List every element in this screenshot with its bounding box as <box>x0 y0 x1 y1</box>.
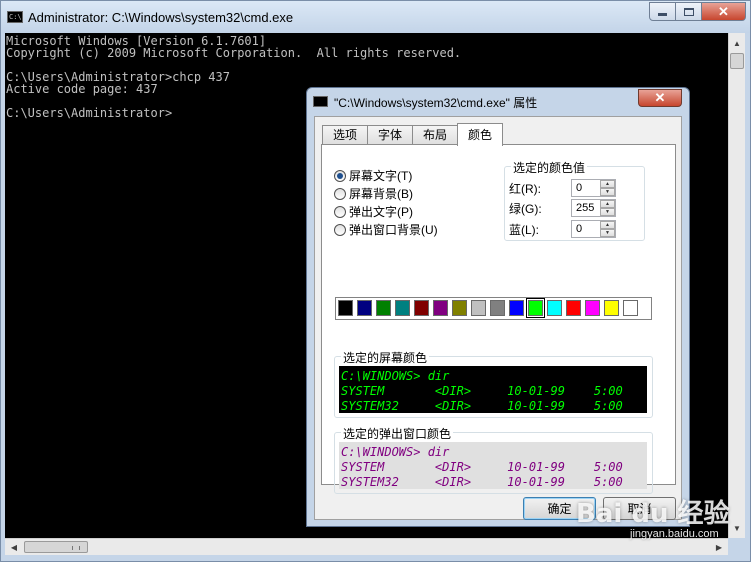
scroll-up-icon[interactable]: ▲ <box>729 35 745 51</box>
red-value: 0 <box>576 182 583 194</box>
color-swatch[interactable] <box>414 300 429 316</box>
color-swatch[interactable] <box>585 300 600 316</box>
blue-value: 0 <box>576 223 583 235</box>
preview-line: SYSTEM32 <DIR> 10-01-99 5:00 <box>341 475 623 489</box>
selected-color-values-group: 选定的颜色值 红(R): 0 ▲ ▼ 绿(G): 255 ▲ ▼ 蓝(L): 0… <box>504 159 645 241</box>
preview-line: SYSTEM <DIR> 10-01-99 5:00 <box>341 460 623 474</box>
color-swatch[interactable] <box>376 300 391 316</box>
color-swatch[interactable] <box>623 300 638 316</box>
preview-line: C:\WINDOWS> dir <box>341 369 450 383</box>
console-line: Active code page: 437 <box>6 82 158 96</box>
close-button[interactable]: ✕ <box>702 2 746 21</box>
popup-color-preview-group: 选定的弹出窗口颜色 C:\WINDOWS> dir SYSTEM <DIR> 10… <box>334 425 653 494</box>
scroll-grip-icon <box>72 546 80 550</box>
radio-button[interactable] <box>334 205 346 218</box>
color-swatch[interactable] <box>452 300 467 316</box>
spin-up-icon[interactable]: ▲ <box>600 200 615 208</box>
horizontal-scrollbar[interactable]: ◀ ▶ <box>5 538 728 555</box>
tab-3[interactable]: 颜色 <box>457 123 504 146</box>
screen-preview-title: 选定的屏幕颜色 <box>341 349 430 366</box>
color-target-option[interactable]: 屏幕文字(T) <box>334 167 412 184</box>
radio-button[interactable] <box>334 223 346 236</box>
color-swatch[interactable] <box>509 300 524 316</box>
properties-dialog: "C:\Windows\system32\cmd.exe" 属性 ✕ 选项 字体布… <box>306 87 690 527</box>
popup-preview-title: 选定的弹出窗口颜色 <box>341 425 454 442</box>
maximize-icon <box>683 7 694 16</box>
dialog-app-icon <box>313 96 328 107</box>
close-icon: ✕ <box>718 3 729 19</box>
radio-button[interactable] <box>334 187 346 200</box>
preview-line: SYSTEM <DIR> 10-01-99 5:00 <box>341 384 623 398</box>
blue-row: 蓝(L): 0 ▲ ▼ <box>509 220 616 238</box>
baidu-watermark-logo: Bai du 经验 <box>576 499 730 529</box>
color-target-option[interactable]: 屏幕背景(B) <box>334 185 413 202</box>
color-swatch[interactable] <box>566 300 581 316</box>
tab-1[interactable]: 字体 <box>367 125 414 145</box>
close-icon: ✕ <box>654 90 666 105</box>
blue-spinbox[interactable]: 0 ▲ ▼ <box>571 220 616 238</box>
color-swatch[interactable] <box>338 300 353 316</box>
screen-color-preview: C:\WINDOWS> dir SYSTEM <DIR> 10-01-99 5:0… <box>339 366 647 413</box>
red-label: 红(R): <box>509 181 541 196</box>
color-swatch[interactable] <box>395 300 410 316</box>
tab-0[interactable]: 选项 <box>322 125 369 145</box>
spin-down-icon[interactable]: ▼ <box>600 208 615 216</box>
color-target-option[interactable]: 弹出文字(P) <box>334 203 413 220</box>
popup-color-preview: C:\WINDOWS> dir SYSTEM <DIR> 10-01-99 5:0… <box>339 442 647 489</box>
color-swatch[interactable] <box>490 300 505 316</box>
dialog-titlebar[interactable]: "C:\Windows\system32\cmd.exe" 属性 ✕ <box>307 88 689 115</box>
radio-label: 弹出窗口背景(U) <box>349 223 438 237</box>
red-row: 红(R): 0 ▲ ▼ <box>509 179 616 197</box>
radio-label: 屏幕背景(B) <box>349 187 413 201</box>
cmd-app-icon[interactable]: C:\ <box>7 11 23 23</box>
window-controls: ✕ <box>649 2 746 22</box>
scroll-down-icon[interactable]: ▼ <box>729 520 745 536</box>
color-palette <box>335 297 652 320</box>
screen-color-preview-group: 选定的屏幕颜色 C:\WINDOWS> dir SYSTEM <DIR> 10-0… <box>334 349 653 418</box>
spin-down-icon[interactable]: ▼ <box>600 229 615 237</box>
red-spinbox[interactable]: 0 ▲ ▼ <box>571 179 616 197</box>
minimize-button[interactable] <box>649 2 676 21</box>
dialog-close-button[interactable]: ✕ <box>638 89 682 107</box>
console-line: Copyright (c) 2009 Microsoft Corporation… <box>6 46 462 60</box>
spin-up-icon[interactable]: ▲ <box>600 221 615 229</box>
blue-label: 蓝(L): <box>509 222 540 237</box>
baidu-watermark-url: jingyan.baidu.com <box>630 528 719 540</box>
radio-label: 屏幕文字(T) <box>349 169 413 183</box>
color-swatch[interactable] <box>471 300 486 316</box>
radio-label: 弹出文字(P) <box>349 205 413 219</box>
vertical-scrollbar[interactable]: ▲ ▼ <box>728 33 745 538</box>
maximize-button[interactable] <box>676 2 702 21</box>
selected-color-values-title: 选定的颜色值 <box>511 159 588 176</box>
green-value: 255 <box>576 202 595 214</box>
color-swatch[interactable] <box>604 300 619 316</box>
dialog-title: "C:\Windows\system32\cmd.exe" 属性 <box>334 96 538 110</box>
colors-tab-panel: 屏幕文字(T) 屏幕背景(B) 弹出文字(P) 弹出窗口背景(U) 选定的颜色值 红(… <box>321 144 676 494</box>
green-row: 绿(G): 255 ▲ ▼ <box>509 199 616 217</box>
scroll-right-icon[interactable]: ▶ <box>711 539 727 555</box>
spin-up-icon[interactable]: ▲ <box>600 180 615 188</box>
tab-strip: 选项 字体 布局 颜色 <box>322 123 504 146</box>
dialog-body: 选项 字体 布局 颜色 屏幕文字(T) 屏幕背景(B) 弹出文字(P) 弹出窗口背景(U) … <box>314 116 682 520</box>
console-line: C:\Users\Administrator> <box>6 106 173 120</box>
green-label: 绿(G): <box>509 201 542 216</box>
horizontal-scroll-thumb[interactable] <box>24 541 88 553</box>
vertical-scroll-thumb[interactable] <box>730 53 744 69</box>
spin-down-icon[interactable]: ▼ <box>600 188 615 196</box>
color-swatch[interactable] <box>526 298 545 318</box>
tab-2[interactable]: 布局 <box>412 125 459 145</box>
window-title: Administrator: C:\Windows\system32\cmd.e… <box>28 10 294 25</box>
green-spinbox[interactable]: 255 ▲ ▼ <box>571 199 616 217</box>
color-target-option[interactable]: 弹出窗口背景(U) <box>334 221 438 238</box>
color-swatch[interactable] <box>433 300 448 316</box>
preview-line: SYSTEM32 <DIR> 10-01-99 5:00 <box>341 399 623 413</box>
scroll-left-icon[interactable]: ◀ <box>6 539 22 555</box>
radio-button[interactable] <box>334 169 346 182</box>
cmd-titlebar[interactable]: C:\ Administrator: C:\Windows\system32\c… <box>1 1 750 33</box>
color-swatch[interactable] <box>547 300 562 316</box>
preview-line: C:\WINDOWS> dir <box>341 445 450 459</box>
minimize-icon <box>658 13 667 16</box>
color-swatch[interactable] <box>357 300 372 316</box>
